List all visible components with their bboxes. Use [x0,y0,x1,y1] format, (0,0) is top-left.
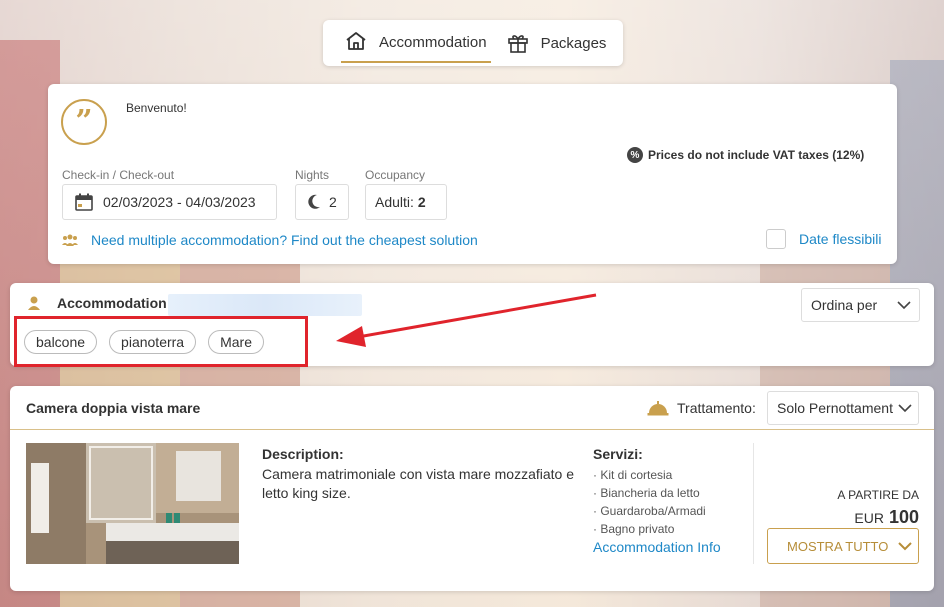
date-range-value: 02/03/2023 - 04/03/2023 [103,194,256,210]
occupancy-prefix: Adulti: [375,194,414,210]
flexible-dates-option: Date flessibili [766,229,881,249]
sort-select-value: Ordina per [811,297,878,313]
treatment-label: Trattamento: [677,400,756,416]
occupancy-value: 2 [417,194,426,210]
treatment-select[interactable]: Solo Pernottament [767,391,919,425]
room-header: Camera doppia vista mare Trattamento: So… [10,386,934,430]
description-heading: Description: [262,446,344,462]
list-item: · Kit di cortesia [593,468,673,482]
quote-icon: ” [61,99,107,145]
moon-icon [307,194,321,210]
price-from-label: A PARTIRE DA [837,488,919,502]
show-all-label: MOSTRA TUTTO [787,538,889,554]
chevron-down-icon [897,300,911,310]
list-item: · Biancheria da letto [593,486,700,500]
services-list: · Kit di cortesia · Biancheria da letto … [593,466,706,538]
accommodation-info-link[interactable]: Accommodation Info [593,539,721,555]
tab-label: Accommodation [379,33,487,51]
room-card: Camera doppia vista mare Trattamento: So… [10,386,934,591]
flexible-dates-label[interactable]: Date flessibili [799,231,881,247]
services-heading: Servizi: [593,446,643,462]
nights-field[interactable]: 2 [295,184,349,220]
room-photo[interactable] [26,443,239,564]
highlight-box-annotation [14,316,308,367]
treatment-label-group: Trattamento: [647,399,756,417]
list-item: · Bagno privato [593,522,675,536]
show-all-button[interactable]: MOSTRA TUTTO [767,528,919,564]
calendar-icon [75,193,93,211]
room-title: Camera doppia vista mare [26,400,201,416]
multiple-accommodation-text: Need multiple accommodation? Find out th… [91,232,478,248]
filter-heading: Accommodation [27,295,167,311]
nights-label: Nights [295,168,330,182]
house-icon [345,31,369,53]
percent-icon: % [627,147,643,163]
tab-label: Packages [540,34,607,52]
booking-type-tabs: Accommodation Packages [323,20,623,66]
occupancy-label: Occupancy [365,168,426,182]
price-currency: EUR [854,510,884,526]
search-panel: ” Benvenuto! % Prices do not include VAT… [48,84,897,264]
flexible-dates-checkbox[interactable] [766,229,786,249]
vat-text: Prices do not include VAT taxes (12%) [648,148,865,162]
sort-select[interactable]: Ordina per [801,288,920,322]
group-icon [61,233,79,247]
description-text: Camera matrimoniale con vista mare mozza… [262,466,575,501]
room-service-bell-icon [647,399,669,417]
filter-title: Accommodation [57,295,167,311]
gift-icon [507,32,531,54]
occupancy-field[interactable]: Adulti: 2 [365,184,447,220]
price-amount: 100 [888,507,919,527]
person-icon [27,295,41,311]
list-item: · Guardaroba/Armadi [593,504,706,518]
arrow-annotation [336,293,597,347]
tab-accommodation[interactable]: Accommodation [341,23,491,63]
price: EUR 100 [854,507,919,528]
welcome-message: Benvenuto! [126,101,187,115]
vat-notice: % Prices do not include VAT taxes (12%) [627,147,864,163]
chevron-down-icon [898,541,912,551]
chevron-down-icon [898,403,912,413]
dates-label: Check-in / Check-out [62,168,175,182]
divider [753,443,754,564]
nights-value: 2 [329,194,337,210]
treatment-select-value: Solo Pernottament [777,400,893,416]
date-range-field[interactable]: 02/03/2023 - 04/03/2023 [62,184,277,220]
multiple-accommodation-link[interactable]: Need multiple accommodation? Find out th… [61,232,478,248]
tab-packages[interactable]: Packages [503,23,611,63]
